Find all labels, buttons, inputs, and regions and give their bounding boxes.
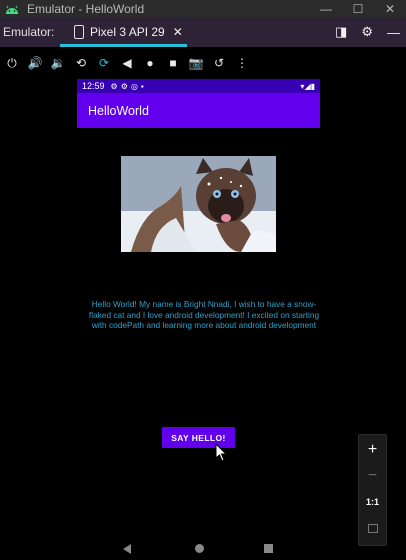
home-icon[interactable]: ● [139, 52, 161, 74]
notification-icons: ⚙⚙◎▪ [110, 81, 147, 91]
power-icon[interactable]: ⏻ [1, 52, 23, 74]
status-time: 12:59 [82, 81, 105, 91]
zoom-in-button[interactable]: + [359, 439, 386, 461]
back-icon[interactable]: ◀ [116, 52, 138, 74]
mouse-cursor-icon [215, 443, 228, 462]
close-window-button[interactable]: ✕ [374, 0, 406, 17]
app-bar: HelloWorld [77, 93, 320, 128]
overview-icon[interactable]: ■ [162, 52, 184, 74]
android-icon [6, 5, 18, 14]
rotate-right-icon[interactable]: ⟳ [93, 52, 115, 74]
fit-screen-icon [367, 523, 378, 533]
phone-icon [74, 25, 84, 39]
zoom-fit-button[interactable] [359, 517, 386, 539]
android-status-bar: 12:59 ⚙⚙◎▪ ▾◢▮ [77, 79, 320, 93]
app-title: HelloWorld [88, 103, 149, 118]
volume-up-icon[interactable]: 🔊 [24, 52, 46, 74]
zoom-out-button[interactable]: − [359, 465, 386, 487]
tab-device-label: Pixel 3 API 29 [90, 25, 165, 39]
window-mode-icon[interactable]: ◨ [335, 24, 347, 40]
window-title-bar: Emulator - HelloWorld — ☐ ✕ [0, 0, 406, 17]
emulator-label: Emulator: [3, 25, 55, 39]
gear-icon[interactable]: ⚙ [361, 24, 373, 40]
system-icons: ▾◢▮ [300, 81, 315, 91]
hello-message: Hello World! My name is Bright Nnadi, I … [88, 299, 320, 330]
maximize-window-button[interactable]: ☐ [342, 0, 374, 17]
nav-back-icon[interactable] [123, 544, 131, 554]
nav-home-icon[interactable] [195, 544, 204, 553]
volume-down-icon[interactable]: 🔉 [47, 52, 69, 74]
close-tab-icon[interactable]: ✕ [173, 25, 183, 39]
minimize-window-button[interactable]: — [310, 0, 342, 17]
zoom-icon[interactable]: ↺ [208, 52, 230, 74]
tab-device[interactable]: Pixel 3 API 29 ✕ [60, 17, 187, 47]
window-title: Emulator - HelloWorld [27, 1, 145, 16]
nav-recents-icon[interactable] [264, 544, 273, 553]
zoom-one-to-one-button[interactable]: 1:1 [359, 491, 386, 513]
emulator-toolbar: ⏻ 🔊 🔉 ⟲ ⟳ ◀ ● ■ 📷 ↺ ⋮ [0, 47, 406, 79]
screenshot-icon[interactable]: 📷 [185, 52, 207, 74]
emulator-tab-bar: Emulator: Pixel 3 API 29 ✕ ◨ ⚙ — [0, 17, 406, 47]
android-nav-bar [77, 538, 320, 560]
minimize-panel-icon[interactable]: — [387, 25, 400, 40]
rotate-left-icon[interactable]: ⟲ [70, 52, 92, 74]
snow-cat-illustration [121, 156, 276, 252]
more-icon[interactable]: ⋮ [231, 52, 253, 74]
cat-image [121, 156, 276, 252]
zoom-controls: + − 1:1 [358, 434, 387, 546]
